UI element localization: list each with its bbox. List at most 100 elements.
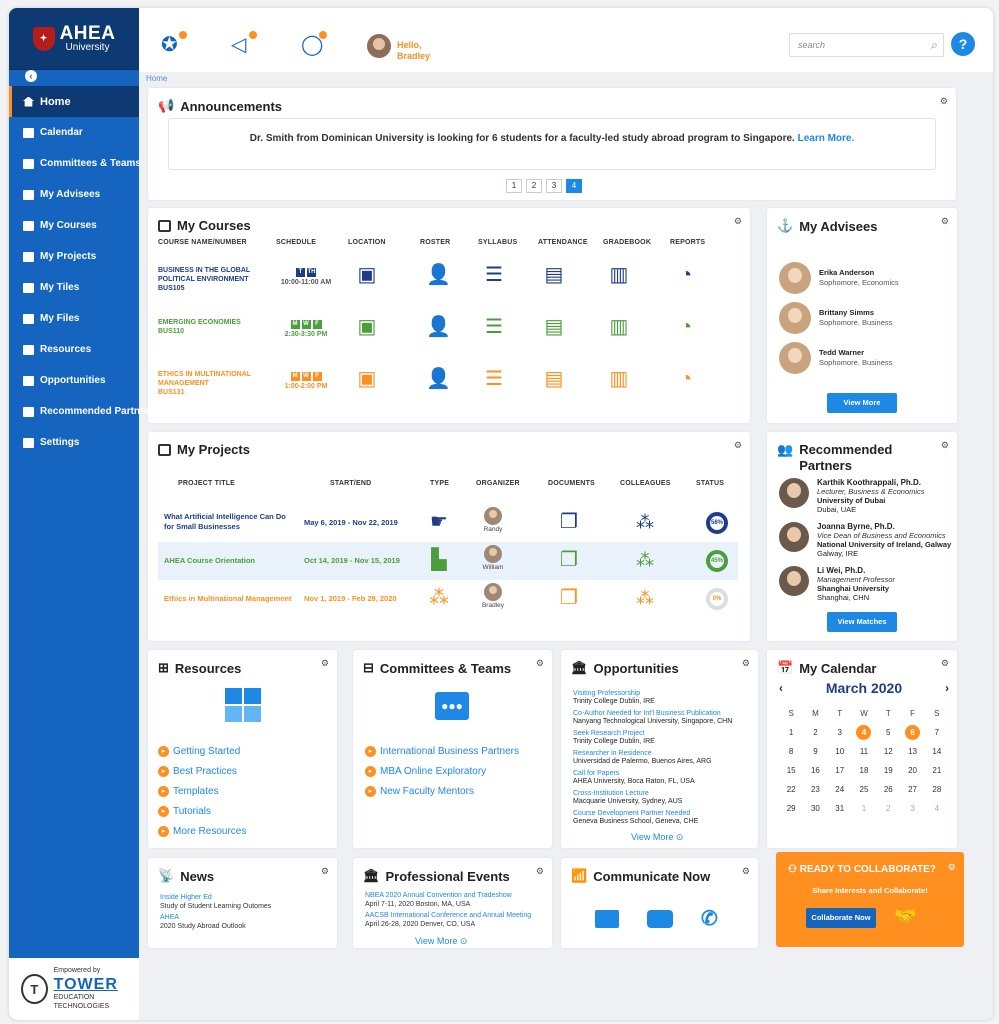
collapse-icon[interactable]: ‹ <box>25 70 37 82</box>
prev-month-icon[interactable]: ‹ <box>779 681 783 695</box>
opportunity-item[interactable]: Seek Research Project Trinity College Dub… <box>573 730 751 746</box>
partner-item[interactable]: Karthik Koothrappali, Ph.D. Lecturer, Bus… <box>779 478 925 514</box>
gear-icon[interactable]: ⚙ <box>536 658 544 669</box>
brand-logo[interactable]: ✦ AHEA University <box>9 8 139 70</box>
next-month-icon[interactable]: › <box>945 681 949 695</box>
opportunity-item[interactable]: Researcher in Residence Universidad de Pa… <box>573 750 751 766</box>
project-title[interactable]: AHEA Course Orientation <box>164 556 294 566</box>
collaborate-now-button[interactable]: Collaborate Now <box>806 908 876 928</box>
opportunity-title[interactable]: Researcher in Residence <box>573 750 751 758</box>
calendar-day[interactable]: 27 <box>900 782 924 797</box>
chat-icon[interactable]: ◯ <box>301 31 327 56</box>
learn-more-link[interactable]: Learn More. <box>798 133 855 144</box>
calendar-day[interactable]: 6 <box>900 725 924 740</box>
view-matches-button[interactable]: View Matches <box>827 612 897 632</box>
syllabus-icon[interactable]: ☰ <box>483 264 505 286</box>
gear-icon[interactable]: ⚙ <box>742 866 750 877</box>
calendar-day[interactable]: 25 <box>852 782 876 797</box>
roster-icon[interactable]: 👤 <box>426 316 451 338</box>
sidebar-item-my-courses[interactable]: My Courses <box>9 210 139 241</box>
opportunity-item[interactable]: Visiting Professorship Trinity College Du… <box>573 690 751 706</box>
location-icon[interactable]: ▣ <box>356 368 378 390</box>
gear-icon[interactable]: ⚙ <box>941 216 949 227</box>
calendar-day[interactable]: 14 <box>925 744 949 759</box>
roster-icon[interactable]: 👤 <box>426 264 451 286</box>
course-name[interactable]: EMERGING ECONOMIES BUS110 <box>158 318 268 336</box>
sidebar-item-my-advisees[interactable]: My Advisees <box>9 179 139 210</box>
calendar-day[interactable]: 1 <box>852 801 876 816</box>
organizer[interactable]: Bradley <box>478 583 508 609</box>
calendar-day[interactable]: 29 <box>779 801 803 816</box>
news-item[interactable]: Inside Higher Ed Study of Student Learnin… <box>160 894 345 911</box>
gear-icon[interactable]: ⚙ <box>941 440 949 451</box>
opportunities-view-more[interactable]: View More ⊙ <box>631 832 683 843</box>
news-item-title[interactable]: Inside Higher Ed <box>160 894 345 903</box>
organizer[interactable]: Randy <box>478 507 508 533</box>
help-icon[interactable]: ? <box>951 32 975 56</box>
project-row[interactable]: Ethics in Multinational Management Nov 1,… <box>158 580 738 618</box>
opportunity-title[interactable]: Course Development Partner Needed <box>573 810 751 818</box>
events-item-title[interactable]: AACSB International Conference and Annua… <box>365 912 550 921</box>
gear-icon[interactable]: ⚙ <box>948 862 956 873</box>
project-row[interactable]: AHEA Course Orientation Oct 14, 2019 - No… <box>158 542 738 580</box>
calendar-day[interactable]: 15 <box>779 763 803 778</box>
opportunity-item[interactable]: Course Development Partner Needed Geneva … <box>573 810 751 826</box>
reports-icon[interactable]: ◔ <box>675 316 697 338</box>
documents-icon[interactable]: ❐ <box>558 587 580 609</box>
sidebar-item-committees-teams[interactable]: Committees & Teams <box>9 148 141 179</box>
calendar-day[interactable]: 2 <box>803 725 827 740</box>
opportunity-item[interactable]: Call for Papers AHEA University, Boca Rat… <box>573 770 751 786</box>
events-view-more[interactable]: View More ⊙ <box>415 936 467 947</box>
calendar-day[interactable]: 7 <box>925 725 949 740</box>
colleagues-icon[interactable]: ⁂ <box>634 511 656 533</box>
partner-item[interactable]: Li Wei, Ph.D. Management Professor Shangha… <box>779 566 895 602</box>
monitor-icon[interactable] <box>595 910 619 928</box>
calendar-day[interactable]: 3 <box>900 801 924 816</box>
opportunity-item[interactable]: Co-Author Needed for Int'l Business Publ… <box>573 710 751 726</box>
calendar-day[interactable]: 18 <box>852 763 876 778</box>
calendar-day[interactable]: 5 <box>876 725 900 740</box>
calendar-day[interactable]: 3 <box>828 725 852 740</box>
opportunity-title[interactable]: Call for Papers <box>573 770 751 778</box>
user-avatar[interactable] <box>367 34 391 58</box>
calendar-day[interactable]: 16 <box>803 763 827 778</box>
committees-link[interactable]: MBA Online Exploratory <box>365 762 519 782</box>
gear-icon[interactable]: ⚙ <box>321 866 329 877</box>
calendar-day[interactable]: 8 <box>779 744 803 759</box>
calendar-day[interactable]: 10 <box>828 744 852 759</box>
calendar-day[interactable]: 24 <box>828 782 852 797</box>
calendar-day[interactable]: 1 <box>779 725 803 740</box>
gradebook-icon[interactable]: ▥ <box>608 316 630 338</box>
calendar-day[interactable]: 20 <box>900 763 924 778</box>
sidebar-item-my-projects[interactable]: My Projects <box>9 241 139 272</box>
breadcrumb[interactable]: Home <box>146 74 167 83</box>
reports-icon[interactable]: ◔ <box>675 264 697 286</box>
sidebar-item-my-tiles[interactable]: My Tiles <box>9 272 139 303</box>
calendar-day[interactable]: 19 <box>876 763 900 778</box>
attendance-icon[interactable]: ▤ <box>543 264 565 286</box>
gear-icon[interactable]: ⚙ <box>321 658 329 669</box>
calendar-day[interactable]: 11 <box>852 744 876 759</box>
opportunity-title[interactable]: Cross-Institution Lecture <box>573 790 751 798</box>
resources-link[interactable]: Templates <box>158 782 246 802</box>
project-title[interactable]: Ethics in Multinational Management <box>164 594 294 604</box>
location-icon[interactable]: ▣ <box>356 316 378 338</box>
page-button[interactable]: 3 <box>546 179 562 193</box>
project-row[interactable]: What Artificial Intelligence Can Do for … <box>158 504 738 542</box>
calendar-day[interactable]: 23 <box>803 782 827 797</box>
advisee-item[interactable]: Erika Anderson Sophomore, Economics <box>779 260 899 296</box>
calendar-day[interactable]: 26 <box>876 782 900 797</box>
sidebar-item-home[interactable]: Home <box>9 86 139 117</box>
view-more-advisees-button[interactable]: View More <box>827 393 897 413</box>
resources-link[interactable]: Tutorials <box>158 802 246 822</box>
search-input[interactable]: search ⌕ <box>789 33 944 57</box>
gradebook-icon[interactable]: ▥ <box>608 368 630 390</box>
gear-icon[interactable]: ⚙ <box>536 866 544 877</box>
colleagues-icon[interactable]: ⁂ <box>634 549 656 571</box>
opportunity-title[interactable]: Co-Author Needed for Int'l Business Publ… <box>573 710 751 718</box>
gear-icon[interactable]: ⚙ <box>941 658 949 669</box>
chat-bubbles-icon[interactable] <box>647 910 673 928</box>
resources-link[interactable]: Getting Started <box>158 742 246 762</box>
gear-icon[interactable]: ⚙ <box>940 96 948 107</box>
events-item[interactable]: NBEA 2020 Annual Convention and Tradesho… <box>365 892 550 909</box>
